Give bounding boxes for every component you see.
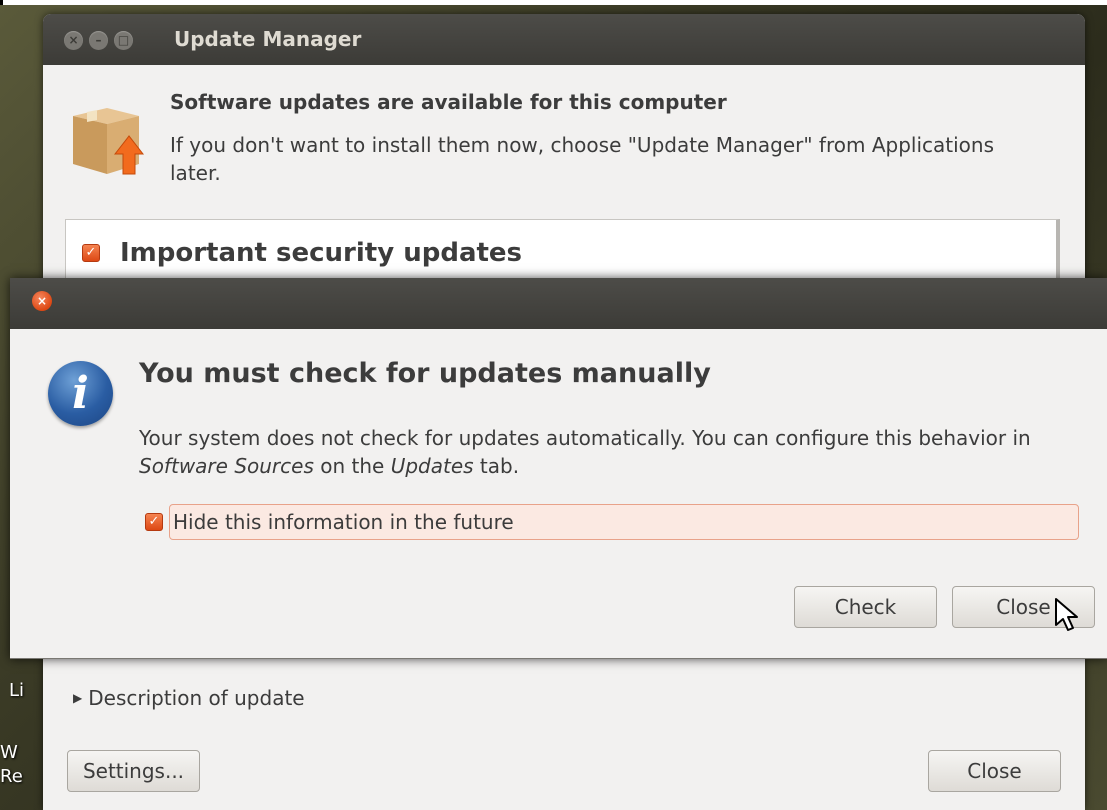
mouse-pointer-icon [1055, 598, 1078, 631]
body-text-part3: tab. [473, 454, 520, 478]
update-manager-close-button[interactable]: Close [928, 750, 1061, 792]
settings-button[interactable]: Settings... [67, 750, 200, 792]
expander-triangle-icon: ▶ [73, 691, 83, 705]
manual-check-dialog: × i You must check for updates manually … [10, 278, 1107, 659]
dialog-body: Your system does not check for updates a… [139, 424, 1069, 480]
top-panel-strip [0, 0, 1107, 5]
body-software-sources: Software Sources [139, 454, 314, 478]
maximize-icon[interactable]: □ [114, 31, 133, 50]
body-text-part2: on the [313, 454, 391, 478]
update-manager-titlebar[interactable]: × – □ Update Manager [43, 14, 1085, 65]
security-updates-label: Important security updates [120, 238, 523, 268]
security-updates-checkbox[interactable]: ✓ [82, 244, 100, 262]
body-updates-tab: Updates [390, 454, 474, 478]
expander-label: Description of update [88, 686, 305, 710]
minimize-icon[interactable]: – [89, 31, 108, 50]
close-icon[interactable]: × [64, 31, 83, 50]
dialog-heading: You must check for updates manually [139, 358, 711, 389]
update-subtext: If you don't want to install them now, c… [170, 133, 995, 185]
check-button[interactable]: Check [794, 586, 937, 628]
hide-info-row[interactable]: ✓ Hide this information in the future [145, 504, 1079, 540]
package-update-icon [73, 108, 145, 175]
info-icon: i [48, 361, 113, 426]
desktop-text-1: Li [9, 680, 25, 701]
desktop-text-2: W [0, 742, 18, 763]
close-icon[interactable]: × [32, 291, 52, 311]
body-text-part1: Your system does not check for updates a… [139, 426, 1031, 450]
update-heading: Software updates are available for this … [170, 90, 727, 114]
window-title: Update Manager [174, 27, 362, 51]
list-item[interactable]: ✓ Important security updates [82, 238, 522, 268]
description-expander[interactable]: ▶ Description of update [73, 686, 305, 710]
hide-info-checkbox[interactable]: ✓ [145, 513, 163, 531]
dialog-titlebar[interactable]: × [10, 278, 1107, 329]
hide-info-label[interactable]: Hide this information in the future [169, 504, 1079, 540]
desktop-text-3: Re [0, 766, 23, 787]
